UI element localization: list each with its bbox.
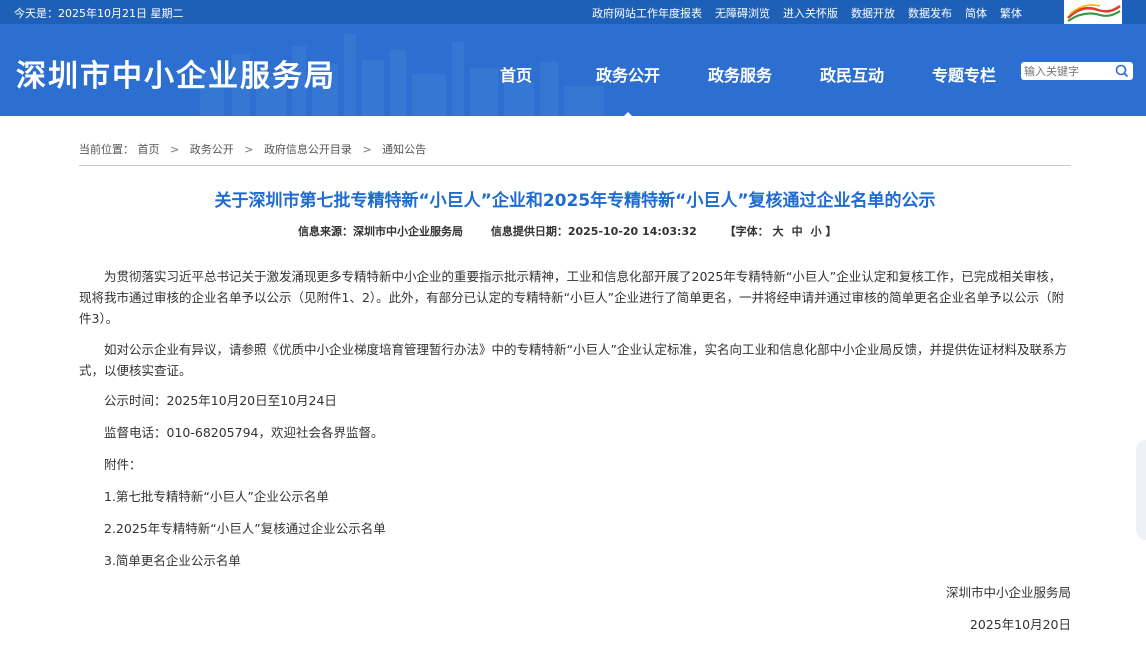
supervision-phone: 监督电话：010-68205794，欢迎社会各界监督。 [104,425,384,440]
article-body: 为贯彻落实习近平总书记关于激发涌现更多专精特新中小企业的重要指示批示精神，工业和… [79,266,1071,381]
breadcrumb-separator: > [170,143,180,156]
article-meta: 信息来源：深圳市中小企业服务局 信息提供日期：2025-10-20 14:03:… [298,223,837,239]
attachment-link-3[interactable]: 3.简单更名企业公示名单 [104,550,241,569]
font-size-close: 】 [825,225,837,238]
font-size-medium-button[interactable]: 中 [792,225,803,238]
nav-special-topics[interactable]: 专题专栏 [932,62,996,86]
side-float-tab[interactable] [1136,440,1146,540]
breadcrumb-separator: > [244,143,254,156]
breadcrumb-home[interactable]: 首页 [138,143,160,156]
breadcrumb-government-affairs[interactable]: 政务公开 [190,143,234,156]
shenzhen-gov-logo-icon[interactable] [1064,0,1122,24]
site-title[interactable]: 深圳市中小企业服务局 [16,51,336,95]
paragraph: 为贯彻落实习近平总书记关于激发涌现更多专精特新中小企业的重要指示批示精神，工业和… [79,269,1065,326]
signature-date: 2025年10月20日 [969,617,1071,632]
search-input[interactable] [1024,63,1112,79]
attachment-link-2[interactable]: 2.2025年专精特新“小巨人”复核通过企业公示名单 [104,518,386,537]
info-source: 信息来源：深圳市中小企业服务局 [298,225,463,238]
divider [79,165,1071,166]
link-data-open[interactable]: 数据开放 [851,7,895,20]
font-size-small-button[interactable]: 小 [811,225,822,238]
search-box [1021,62,1133,80]
site-header: 深圳市中小企业服务局 首页 政务公开 政务服务 政民互动 专题专栏 [0,24,1146,116]
breadcrumb: 当前位置： 首页 > 政务公开 > 政府信息公开目录 > 通知公告 [79,141,426,157]
link-annual-report[interactable]: 政府网站工作年度报表 [592,7,702,20]
paragraph: 如对公示企业有异议，请参照《优质中小企业梯度培育管理暂行办法》中的专精特新“小巨… [79,342,1067,378]
current-date: 今天是：2025年10月21日 星期二 [14,7,184,20]
link-data-release[interactable]: 数据发布 [908,7,952,20]
link-care-version[interactable]: 进入关怀版 [783,7,838,20]
font-size-label: 【字体： [724,225,769,238]
top-bar: 今天是：2025年10月21日 星期二 政府网站工作年度报表 无障碍浏览 进入关怀版… [0,0,1146,24]
breadcrumb-notices[interactable]: 通知公告 [382,143,426,156]
active-nav-indicator [620,112,636,116]
search-icon[interactable] [1114,63,1130,79]
link-traditional[interactable]: 繁体 [1000,7,1022,20]
signature-org: 深圳市中小企业服务局 [945,585,1071,600]
info-date: 信息提供日期：2025-10-20 14:03:32 [490,225,697,238]
font-size-large-button[interactable]: 大 [773,225,784,238]
publicity-period: 公示时间：2025年10月20日至10月24日 [104,393,337,408]
breadcrumb-prefix: 当前位置： [79,143,134,156]
attachments-label: 附件： [104,457,142,472]
breadcrumb-separator: > [362,143,372,156]
link-accessibility[interactable]: 无障碍浏览 [715,7,770,20]
link-simplified[interactable]: 简体 [965,7,987,20]
nav-government-affairs[interactable]: 政务公开 [596,62,660,86]
breadcrumb-info-catalog[interactable]: 政府信息公开目录 [264,143,352,156]
article-title: 关于深圳市第七批专精特新“小巨人”企业和2025年专精特新“小巨人”复核通过企业… [214,191,936,211]
attachment-link-1[interactable]: 1.第七批专精特新“小巨人”企业公示名单 [104,486,329,505]
nav-interaction[interactable]: 政民互动 [820,62,884,86]
nav-government-services[interactable]: 政务服务 [708,62,772,86]
nav-home[interactable]: 首页 [500,62,532,86]
top-links: 政府网站工作年度报表 无障碍浏览 进入关怀版 数据开放 数据发布 简体 繁体 [592,5,1035,21]
